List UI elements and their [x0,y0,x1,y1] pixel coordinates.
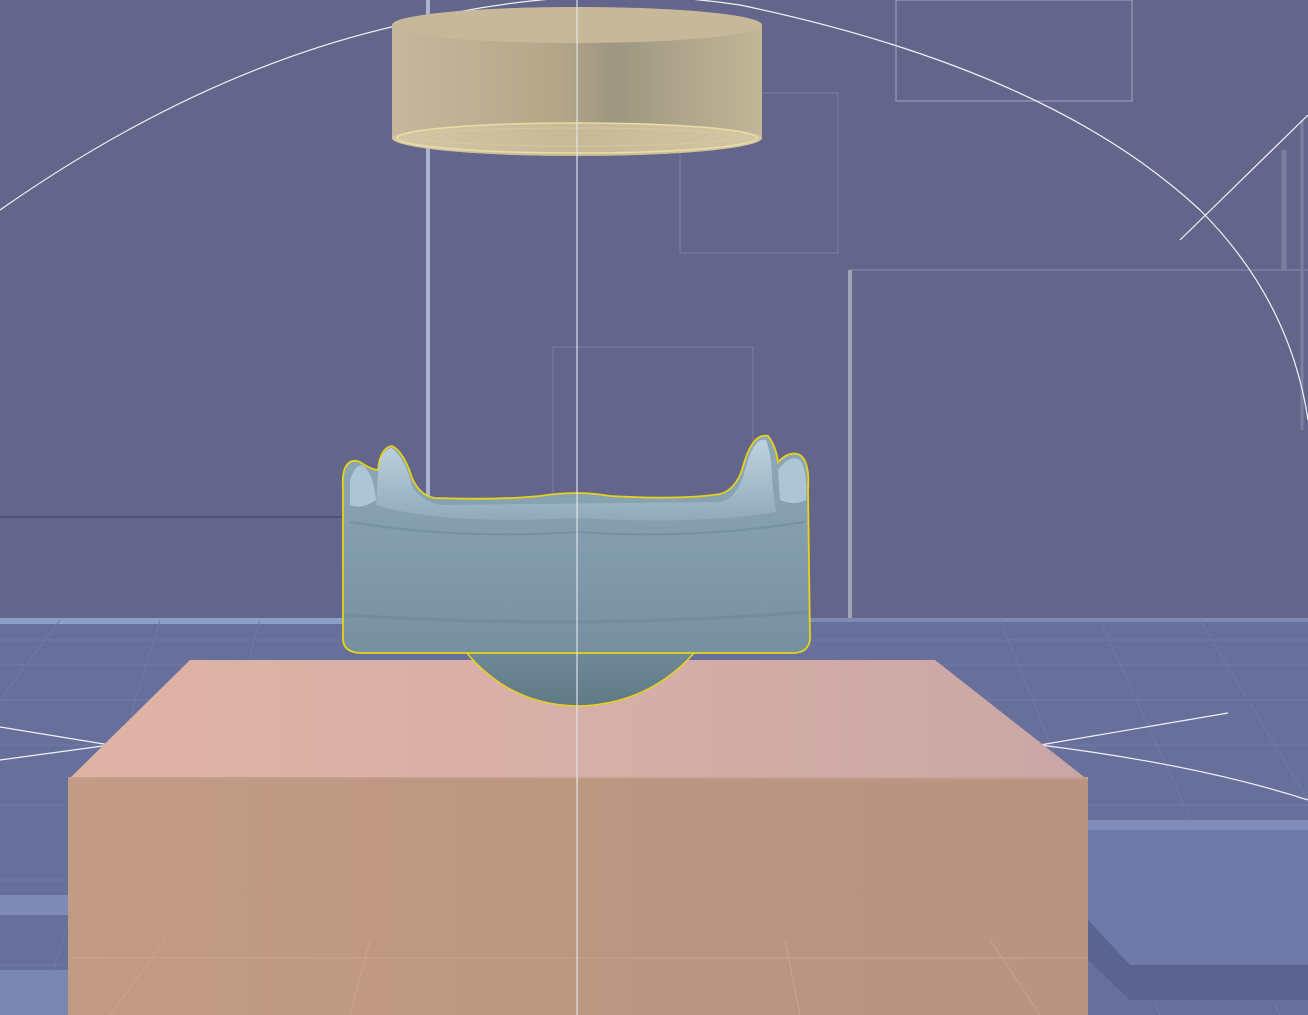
viewport-canvas[interactable] [0,0,1308,1015]
base-block-object[interactable] [68,660,1088,1015]
3d-viewport[interactable] [0,0,1308,1015]
